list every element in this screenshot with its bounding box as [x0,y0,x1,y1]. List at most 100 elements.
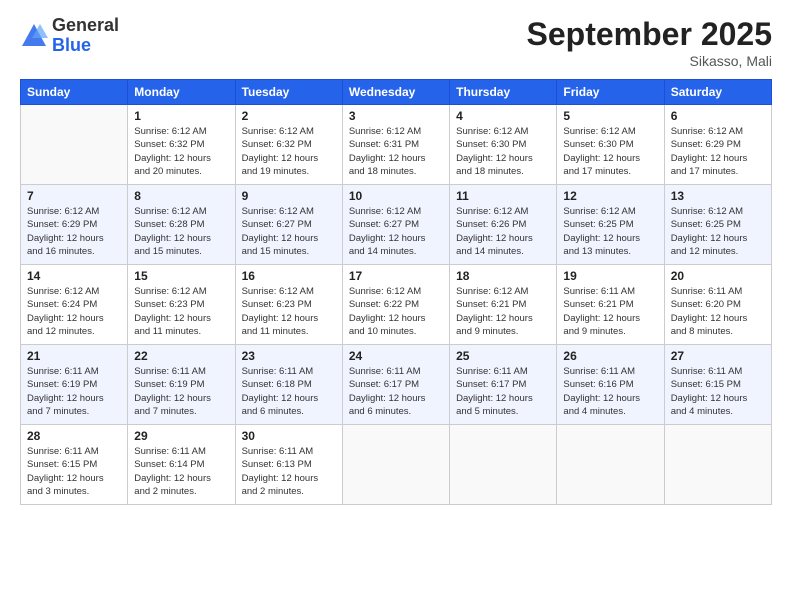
day-number: 24 [349,349,443,363]
weekday-sunday: Sunday [21,80,128,105]
day-number: 1 [134,109,228,123]
day-number: 15 [134,269,228,283]
week-row-3: 21 Sunrise: 6:11 AM Sunset: 6:19 PM Dayli… [21,345,772,425]
weekday-monday: Monday [128,80,235,105]
day-cell: 16Sunrise: 6:12 AM Sunset: 6:23 PM Dayli… [235,265,342,345]
day-number: 23 [242,349,336,363]
day-cell: 14 Sunrise: 6:12 AM Sunset: 6:24 PM Dayli… [21,265,128,345]
day-number: 27 [671,349,765,363]
day-info: Sunrise: 6:11 AM Sunset: 6:14 PM Dayligh… [134,445,228,498]
week-row-2: 14 Sunrise: 6:12 AM Sunset: 6:24 PM Dayli… [21,265,772,345]
day-info: Sunrise: 6:12 AM Sunset: 6:27 PM Dayligh… [242,205,336,258]
day-info: Sunrise: 6:12 AM Sunset: 6:25 PM Dayligh… [671,205,765,258]
day-number: 7 [27,189,121,203]
day-number: 9 [242,189,336,203]
day-cell: 5Sunrise: 6:12 AM Sunset: 6:30 PM Daylig… [557,105,664,185]
day-cell [342,425,449,505]
day-number: 22 [134,349,228,363]
day-cell: 30Sunrise: 6:11 AM Sunset: 6:13 PM Dayli… [235,425,342,505]
day-info: Sunrise: 6:11 AM Sunset: 6:16 PM Dayligh… [563,365,657,418]
day-number: 2 [242,109,336,123]
title-section: September 2025 Sikasso, Mali [527,16,772,69]
day-number: 6 [671,109,765,123]
day-cell: 10 Sunrise: 6:12 AM Sunset: 6:27 PM Dayli… [342,185,449,265]
day-info: Sunrise: 6:11 AM Sunset: 6:20 PM Dayligh… [671,285,765,338]
day-info: Sunrise: 6:11 AM Sunset: 6:19 PM Dayligh… [134,365,228,418]
day-number: 25 [456,349,550,363]
day-cell: 11Sunrise: 6:12 AM Sunset: 6:26 PM Dayli… [450,185,557,265]
day-cell: 4 Sunrise: 6:12 AM Sunset: 6:30 PM Daylig… [450,105,557,185]
day-cell: 26 Sunrise: 6:11 AM Sunset: 6:16 PM Dayli… [557,345,664,425]
day-info: Sunrise: 6:11 AM Sunset: 6:18 PM Dayligh… [242,365,336,418]
day-cell: 25 Sunrise: 6:11 AM Sunset: 6:17 PM Dayli… [450,345,557,425]
day-cell: 12 Sunrise: 6:12 AM Sunset: 6:25 PM Dayli… [557,185,664,265]
day-cell [557,425,664,505]
week-row-1: 7 Sunrise: 6:12 AM Sunset: 6:29 PM Daylig… [21,185,772,265]
day-cell [450,425,557,505]
day-number: 20 [671,269,765,283]
day-number: 26 [563,349,657,363]
day-info: Sunrise: 6:11 AM Sunset: 6:17 PM Dayligh… [349,365,443,418]
weekday-friday: Friday [557,80,664,105]
day-info: Sunrise: 6:11 AM Sunset: 6:21 PM Dayligh… [563,285,657,338]
week-row-4: 28 Sunrise: 6:11 AM Sunset: 6:15 PM Dayli… [21,425,772,505]
day-cell: 18 Sunrise: 6:12 AM Sunset: 6:21 PM Dayli… [450,265,557,345]
day-number: 12 [563,189,657,203]
day-number: 17 [349,269,443,283]
logo: General Blue [20,16,119,56]
day-cell: 9 Sunrise: 6:12 AM Sunset: 6:27 PM Daylig… [235,185,342,265]
day-info: Sunrise: 6:11 AM Sunset: 6:17 PM Dayligh… [456,365,550,418]
day-cell: 1 Sunrise: 6:12 AM Sunset: 6:32 PM Daylig… [128,105,235,185]
day-number: 4 [456,109,550,123]
day-info: Sunrise: 6:12 AM Sunset: 6:24 PM Dayligh… [27,285,121,338]
weekday-saturday: Saturday [664,80,771,105]
day-info: Sunrise: 6:11 AM Sunset: 6:15 PM Dayligh… [671,365,765,418]
day-cell: 7 Sunrise: 6:12 AM Sunset: 6:29 PM Daylig… [21,185,128,265]
day-number: 18 [456,269,550,283]
logo-blue: Blue [52,35,91,55]
day-info: Sunrise: 6:12 AM Sunset: 6:25 PM Dayligh… [563,205,657,258]
month-title: September 2025 [527,16,772,53]
day-cell: 22 Sunrise: 6:11 AM Sunset: 6:19 PM Dayli… [128,345,235,425]
day-info: Sunrise: 6:12 AM Sunset: 6:21 PM Dayligh… [456,285,550,338]
day-cell: 8 Sunrise: 6:12 AM Sunset: 6:28 PM Daylig… [128,185,235,265]
day-number: 13 [671,189,765,203]
day-number: 11 [456,189,550,203]
day-cell: 23 Sunrise: 6:11 AM Sunset: 6:18 PM Dayli… [235,345,342,425]
day-info: Sunrise: 6:12 AM Sunset: 6:27 PM Dayligh… [349,205,443,258]
weekday-header-row: SundayMondayTuesdayWednesdayThursdayFrid… [21,80,772,105]
day-cell: 6Sunrise: 6:12 AM Sunset: 6:29 PM Daylig… [664,105,771,185]
day-cell: 27 Sunrise: 6:11 AM Sunset: 6:15 PM Dayli… [664,345,771,425]
day-info: Sunrise: 6:12 AM Sunset: 6:32 PM Dayligh… [134,125,228,178]
day-number: 16 [242,269,336,283]
day-info: Sunrise: 6:12 AM Sunset: 6:28 PM Dayligh… [134,205,228,258]
day-cell: 3Sunrise: 6:12 AM Sunset: 6:31 PM Daylig… [342,105,449,185]
day-cell: 19Sunrise: 6:11 AM Sunset: 6:21 PM Dayli… [557,265,664,345]
weekday-thursday: Thursday [450,80,557,105]
day-cell: 13 Sunrise: 6:12 AM Sunset: 6:25 PM Dayli… [664,185,771,265]
day-number: 28 [27,429,121,443]
day-cell: 29Sunrise: 6:11 AM Sunset: 6:14 PM Dayli… [128,425,235,505]
day-cell: 17 Sunrise: 6:12 AM Sunset: 6:22 PM Dayli… [342,265,449,345]
day-info: Sunrise: 6:11 AM Sunset: 6:15 PM Dayligh… [27,445,121,498]
day-info: Sunrise: 6:12 AM Sunset: 6:22 PM Dayligh… [349,285,443,338]
day-cell: 15Sunrise: 6:12 AM Sunset: 6:23 PM Dayli… [128,265,235,345]
day-number: 8 [134,189,228,203]
day-number: 3 [349,109,443,123]
day-cell [21,105,128,185]
day-cell: 20 Sunrise: 6:11 AM Sunset: 6:20 PM Dayli… [664,265,771,345]
calendar: SundayMondayTuesdayWednesdayThursdayFrid… [20,79,772,505]
day-number: 14 [27,269,121,283]
week-row-0: 1 Sunrise: 6:12 AM Sunset: 6:32 PM Daylig… [21,105,772,185]
day-cell: 2 Sunrise: 6:12 AM Sunset: 6:32 PM Daylig… [235,105,342,185]
day-number: 10 [349,189,443,203]
day-cell: 28 Sunrise: 6:11 AM Sunset: 6:15 PM Dayli… [21,425,128,505]
day-info: Sunrise: 6:11 AM Sunset: 6:19 PM Dayligh… [27,365,121,418]
header: General Blue September 2025 Sikasso, Mal… [20,16,772,69]
day-number: 5 [563,109,657,123]
day-info: Sunrise: 6:12 AM Sunset: 6:32 PM Dayligh… [242,125,336,178]
day-info: Sunrise: 6:12 AM Sunset: 6:30 PM Dayligh… [456,125,550,178]
day-number: 21 [27,349,121,363]
day-info: Sunrise: 6:12 AM Sunset: 6:29 PM Dayligh… [27,205,121,258]
day-number: 30 [242,429,336,443]
